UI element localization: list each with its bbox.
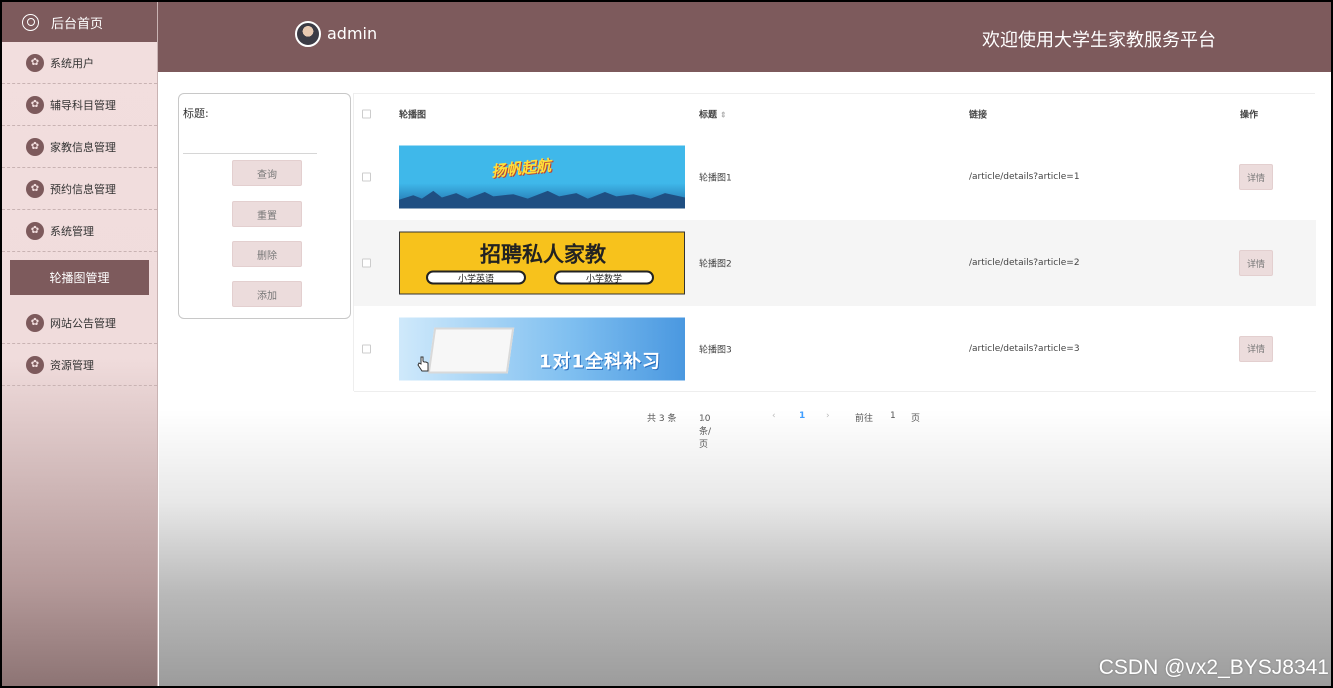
sidebar-active-wrap: 轮播图管理 — [2, 252, 157, 302]
home-icon — [22, 13, 39, 31]
sidebar-home-label: 后台首页 — [51, 16, 104, 32]
page-unit-label: 页 — [911, 414, 921, 424]
sidebar-item-label: 网站公告管理 — [50, 316, 116, 330]
sidebar-item-home[interactable]: 后台首页 — [2, 2, 157, 42]
pagination: 共 3 条 10条/页 ⌄ ‹ 1 › 前往 1 页 — [159, 408, 1331, 450]
column-header-image: 轮播图 — [399, 110, 427, 121]
watermark: CSDN @vx2_BYSJ8341 — [1098, 656, 1329, 679]
banner-text: 招聘私人家教 — [480, 242, 606, 267]
menu-bullet-icon: ✿ — [26, 95, 44, 114]
banner-pill: 小学数学 — [554, 270, 654, 285]
menu-bullet-icon: ✿ — [26, 355, 44, 374]
select-all-checkbox[interactable] — [362, 109, 371, 119]
menu-bullet-icon: ✿ — [26, 137, 44, 156]
column-header-ops: 操作 — [1240, 110, 1259, 121]
row-checkbox[interactable] — [362, 172, 371, 182]
app-frame: 后台首页 ✿ 系统用户 ✿ 辅导科目管理 ✿ 家教信息管理 ✿ 预约信息管理 ✿… — [2, 2, 1331, 686]
chevron-down-icon: ⌄ — [699, 414, 707, 424]
sort-icon[interactable]: ⇕ — [720, 111, 727, 120]
avatar[interactable] — [295, 21, 321, 47]
carousel-image: 扬帆起航 — [399, 145, 685, 209]
goto-label: 前往 — [855, 414, 874, 424]
open-book-graphic — [427, 327, 515, 373]
table-row: 招聘私人家教 小学英语 小学数学 轮播图2 /article/details?a… — [354, 220, 1316, 306]
banner-text: 扬帆起航 — [490, 156, 552, 181]
sidebar-item-system-management[interactable]: ✿ 系统管理 — [2, 210, 157, 252]
pagination-total: 共 3 条 — [647, 414, 677, 424]
row-link: /article/details?article=2 — [969, 258, 1080, 268]
sidebar-item-subjects[interactable]: ✿ 辅导科目管理 — [2, 84, 157, 126]
detail-button[interactable]: 详情 — [1239, 335, 1273, 362]
goto-page-input[interactable]: 1 — [890, 411, 896, 421]
menu-bullet-icon: ✿ — [26, 53, 44, 72]
site-title: 欢迎使用大学生家教服务平台 — [982, 30, 1216, 51]
table-header: 轮播图 标题 ⇕ 链接 操作 — [354, 94, 1316, 134]
column-header-link: 链接 — [969, 110, 988, 121]
sidebar-item-label: 系统管理 — [50, 224, 94, 238]
detail-button[interactable]: 详情 — [1239, 164, 1273, 190]
menu-bullet-icon: ✿ — [26, 179, 44, 198]
sidebar-item-label: 预约信息管理 — [50, 182, 116, 196]
main-content: 标题: 查询 重置 删除 添加 轮播图 标题⇕ 链接 操作 扬帆起航 轮播图1 — [159, 72, 1331, 686]
sidebar-item-system-users[interactable]: ✿ 系统用户 — [2, 42, 157, 84]
top-header: admin 欢迎使用大学生家教服务平台 — [158, 2, 1331, 72]
page-number-current[interactable]: 1 — [799, 411, 805, 421]
sidebar-item-label: 系统用户 — [50, 56, 94, 70]
next-page-button[interactable]: › — [826, 411, 830, 421]
add-button[interactable]: 添加 — [232, 281, 302, 307]
city-skyline-graphic — [399, 190, 685, 209]
sidebar-item-carousel[interactable]: 轮播图管理 — [10, 259, 149, 295]
menu-bullet-icon: ✿ — [26, 313, 44, 332]
column-header-title-label: 标题 — [699, 110, 718, 121]
sidebar-item-appointments[interactable]: ✿ 预约信息管理 — [2, 168, 157, 210]
reset-button[interactable]: 重置 — [232, 201, 302, 227]
banner-pill: 小学英语 — [426, 270, 526, 285]
row-title: 轮播图2 — [699, 259, 732, 270]
sidebar: 后台首页 ✿ 系统用户 ✿ 辅导科目管理 ✿ 家教信息管理 ✿ 预约信息管理 ✿… — [2, 2, 158, 686]
column-header-title[interactable]: 标题 ⇕ — [699, 108, 727, 121]
row-link: /article/details?article=1 — [969, 172, 1080, 182]
row-title: 轮播图3 — [699, 345, 732, 355]
carousel-image: 招聘私人家教 小学英语 小学数学 — [399, 231, 685, 295]
sidebar-item-announcements[interactable]: ✿ 网站公告管理 — [2, 302, 157, 344]
row-checkbox[interactable] — [362, 344, 371, 353]
delete-button[interactable]: 删除 — [232, 241, 302, 267]
query-button[interactable]: 查询 — [232, 160, 302, 186]
row-title: 轮播图1 — [699, 173, 732, 184]
menu-bullet-icon: ✿ — [26, 221, 44, 240]
title-filter-label: 标题: — [183, 107, 209, 120]
sidebar-item-tutor-info[interactable]: ✿ 家教信息管理 — [2, 126, 157, 168]
sidebar-item-label: 资源管理 — [50, 358, 94, 372]
username[interactable]: admin — [327, 24, 377, 43]
table-row: 1对1全科补习 轮播图3 /article/details?article=3 … — [354, 306, 1316, 392]
banner-text: 1对1全科补习 — [539, 351, 662, 372]
table-row: 扬帆起航 轮播图1 /article/details?article=1 详情 — [354, 134, 1316, 220]
row-checkbox[interactable] — [362, 258, 371, 268]
carousel-table: 轮播图 标题 ⇕ 链接 操作 扬帆起航 轮播图1 /article/details… — [353, 93, 1316, 392]
title-filter-input[interactable] — [183, 134, 317, 154]
carousel-image: 1对1全科补习 — [399, 317, 685, 380]
detail-button[interactable]: 详情 — [1239, 250, 1273, 276]
sidebar-item-label: 辅导科目管理 — [50, 98, 116, 112]
hand-cursor-icon — [417, 356, 429, 372]
sidebar-item-resources[interactable]: ✿ 资源管理 — [2, 344, 157, 386]
row-link: /article/details?article=3 — [969, 343, 1080, 354]
prev-page-button[interactable]: ‹ — [772, 411, 776, 421]
sidebar-item-label: 家教信息管理 — [50, 140, 116, 154]
search-panel: 标题: 查询 重置 删除 添加 — [178, 93, 351, 319]
